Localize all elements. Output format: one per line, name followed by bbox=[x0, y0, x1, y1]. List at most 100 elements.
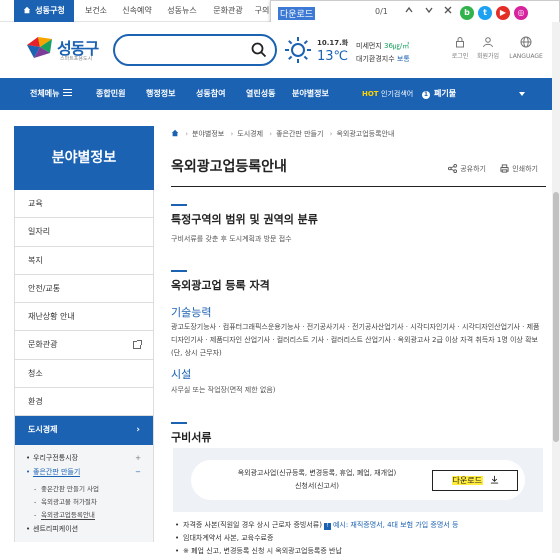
page-title: 옥외광고업등록안내 bbox=[171, 159, 287, 175]
find-query-input[interactable]: 다운로드 bbox=[278, 7, 316, 20]
sidebar-item-culture-tourism[interactable]: 문화관광 bbox=[15, 331, 153, 360]
nav-item-civil-service[interactable]: 종합민원 bbox=[96, 78, 125, 110]
login-link[interactable]: 로그인 bbox=[446, 36, 474, 61]
share-button[interactable]: 공유하기 bbox=[448, 164, 486, 173]
section-accent bbox=[171, 422, 187, 424]
fine-dust-label: 미세먼지 bbox=[356, 42, 382, 50]
submenu-item-good-signboard[interactable]: 좋은간판 만들기 − bbox=[25, 465, 143, 479]
submenu-item-permit-procedure[interactable]: 옥외광고물 허가절차 bbox=[25, 496, 143, 509]
breadcrumb-separator: › bbox=[230, 130, 234, 138]
seongdong-logo[interactable]: 성동구 스마트포용도시 bbox=[24, 31, 114, 65]
find-close-button[interactable] bbox=[440, 4, 456, 20]
site-search-box bbox=[113, 34, 277, 66]
blog-share-icon[interactable]: b bbox=[460, 6, 474, 20]
weather-temperature: 13℃ bbox=[317, 49, 349, 64]
hot-keyword-link[interactable]: 1 폐기물 bbox=[422, 78, 456, 110]
download-button[interactable]: 다운로드 bbox=[432, 470, 518, 491]
submenu-item-gentrification[interactable]: 센트리피케이션 bbox=[25, 522, 143, 536]
submenu-label: 우리구전통시장 bbox=[33, 453, 79, 462]
breadcrumb-item[interactable]: 좋은간판 만들기 bbox=[276, 130, 323, 138]
print-icon bbox=[500, 164, 509, 173]
main-navigation: 전체메뉴 종합민원 행정정보 성동참여 열린성동 분야별정보 HOT 인기검색어… bbox=[0, 78, 560, 110]
section-documents: 구비서류 bbox=[171, 422, 211, 445]
external-link-icon bbox=[133, 340, 142, 350]
document-title: 옥외광고사업(신규등록, 변경등록, 휴업, 폐업, 재개업) 신청서(신고서) bbox=[227, 467, 407, 493]
download-label: 다운로드 bbox=[451, 476, 483, 485]
nav-item-admin-info[interactable]: 행정정보 bbox=[146, 78, 175, 110]
list-item-note: 예시: 재직증명서, 4대 보험 가입 증명서 등 bbox=[332, 521, 459, 529]
submenu-item-registration-guide[interactable]: 옥외광고업등록안내 bbox=[25, 509, 143, 522]
sidebar: 분야별정보 교육 일자리 복지 안전/교통 재난상황 안내 문화관광 청소 환경… bbox=[14, 126, 154, 542]
sidebar-item-label: 문화관광 bbox=[28, 340, 58, 350]
breadcrumb-item[interactable]: 분야별정보 bbox=[192, 130, 224, 138]
section-title: 옥외광고업 등록 자격 bbox=[171, 279, 270, 292]
keyword-dropdown-icon[interactable] bbox=[519, 92, 525, 96]
sidebar-submenu: 우리구전통시장 + 좋은간판 만들기 − 좋은간판 만들기 사업 옥외광고물 허가절… bbox=[14, 444, 154, 542]
sidebar-item-jobs[interactable]: 일자리 bbox=[15, 218, 153, 247]
tab-council[interactable]: 구의 bbox=[252, 0, 272, 22]
submenu-item-signboard-project[interactable]: 좋은간판 만들기 사업 bbox=[25, 483, 143, 496]
share-label: 공유하기 bbox=[460, 165, 486, 173]
chevron-right-icon: › bbox=[136, 425, 140, 436]
tab-seongdong-office[interactable]: 성동구청 bbox=[14, 0, 74, 22]
nav-item-participation[interactable]: 성동참여 bbox=[196, 78, 225, 110]
nav-item-field-info[interactable]: 분야별정보 bbox=[292, 78, 329, 110]
document-title-line: 옥외광고사업(신규등록, 변경등록, 휴업, 폐업, 재개업) bbox=[237, 469, 397, 477]
search-icon[interactable] bbox=[251, 42, 267, 58]
sidebar-title: 분야별정보 bbox=[14, 126, 154, 190]
list-item: 자격증 사본(직원일 경우 상시 근로자 증빙서류)!예시: 재직증명서, 4대… bbox=[175, 519, 545, 532]
sidebar-item-cleaning[interactable]: 청소 bbox=[15, 360, 153, 389]
breadcrumb-current[interactable]: 옥외광고업등록안내 bbox=[336, 130, 394, 138]
user-icon bbox=[483, 37, 493, 48]
page-scrollbar[interactable] bbox=[552, 22, 560, 553]
list-item: 임대차계약서 사본, 교육수료증 bbox=[175, 532, 545, 545]
subsection-title-technical: 기술능력 bbox=[171, 306, 212, 319]
nav-item-open-seongdong[interactable]: 열린성동 bbox=[246, 78, 275, 110]
submenu-label: 센트리피케이션 bbox=[33, 524, 79, 533]
sidebar-item-education[interactable]: 교육 bbox=[15, 190, 153, 219]
logo-mark-icon bbox=[27, 37, 52, 58]
tab-news[interactable]: 성동뉴스 bbox=[160, 0, 204, 22]
language-label: LANGUAGE bbox=[509, 53, 543, 60]
signup-link[interactable]: 회원가입 bbox=[474, 36, 502, 61]
home-icon[interactable] bbox=[171, 129, 179, 137]
share-icon bbox=[448, 164, 458, 173]
section-accent bbox=[171, 204, 187, 206]
lock-icon bbox=[456, 37, 464, 48]
sidebar-item-safety-traffic[interactable]: 안전/교통 bbox=[15, 275, 153, 304]
document-title-line: 신청서(신고서) bbox=[294, 482, 340, 490]
find-next-button[interactable] bbox=[421, 4, 437, 20]
site-header: 성동구 스마트포용도시 10.17.화 13℃ 미세먼지 36㎍/㎥ 대기환경지… bbox=[0, 22, 560, 78]
chevron-down-icon bbox=[425, 7, 433, 14]
submenu-item-traditional-market[interactable]: 우리구전통시장 + bbox=[25, 451, 143, 465]
sun-icon bbox=[285, 37, 311, 63]
twitter-share-icon[interactable]: t bbox=[478, 6, 492, 20]
language-link[interactable]: LANGUAGE bbox=[506, 36, 546, 61]
air-quality-value: 보통 bbox=[396, 55, 410, 63]
signup-label: 회원가입 bbox=[476, 53, 500, 60]
title-divider bbox=[171, 186, 546, 187]
tab-health-center[interactable]: 보건소 bbox=[78, 0, 114, 22]
scrollbar-thumb[interactable] bbox=[553, 192, 559, 442]
section-qualification: 옥외광고업 등록 자격 bbox=[171, 270, 270, 293]
all-menu-button[interactable]: 전체메뉴 bbox=[30, 78, 73, 110]
youtube-share-icon[interactable]: ▶ bbox=[496, 6, 510, 20]
breadcrumb-separator: › bbox=[185, 130, 189, 138]
sidebar-item-welfare[interactable]: 복지 bbox=[15, 247, 153, 275]
site-search-input[interactable] bbox=[125, 42, 250, 58]
keyword-rank: 1 bbox=[422, 91, 430, 99]
breadcrumb-separator: › bbox=[269, 130, 273, 138]
subsection-title-facility: 시설 bbox=[171, 368, 192, 381]
sidebar-item-urban-economy[interactable]: 도시경제 › bbox=[15, 416, 153, 445]
tab-quick-reservation[interactable]: 신속예약 bbox=[116, 0, 158, 22]
breadcrumb-item[interactable]: 도시경제 bbox=[237, 130, 263, 138]
print-button[interactable]: 인쇄하기 bbox=[500, 164, 538, 173]
tab-culture-tourism[interactable]: 문화관광 bbox=[206, 0, 250, 22]
instagram-share-icon[interactable]: ◎ bbox=[514, 6, 528, 20]
sidebar-item-environment[interactable]: 환경 bbox=[15, 388, 153, 417]
air-quality-reading: 대기환경지수 보통 bbox=[356, 54, 410, 64]
all-menu-label: 전체메뉴 bbox=[30, 89, 60, 98]
hot-keyword-label: HOT 인기검색어 bbox=[362, 78, 413, 110]
sidebar-item-disaster[interactable]: 재난상황 안내 bbox=[15, 303, 153, 332]
find-previous-button[interactable] bbox=[401, 4, 417, 20]
